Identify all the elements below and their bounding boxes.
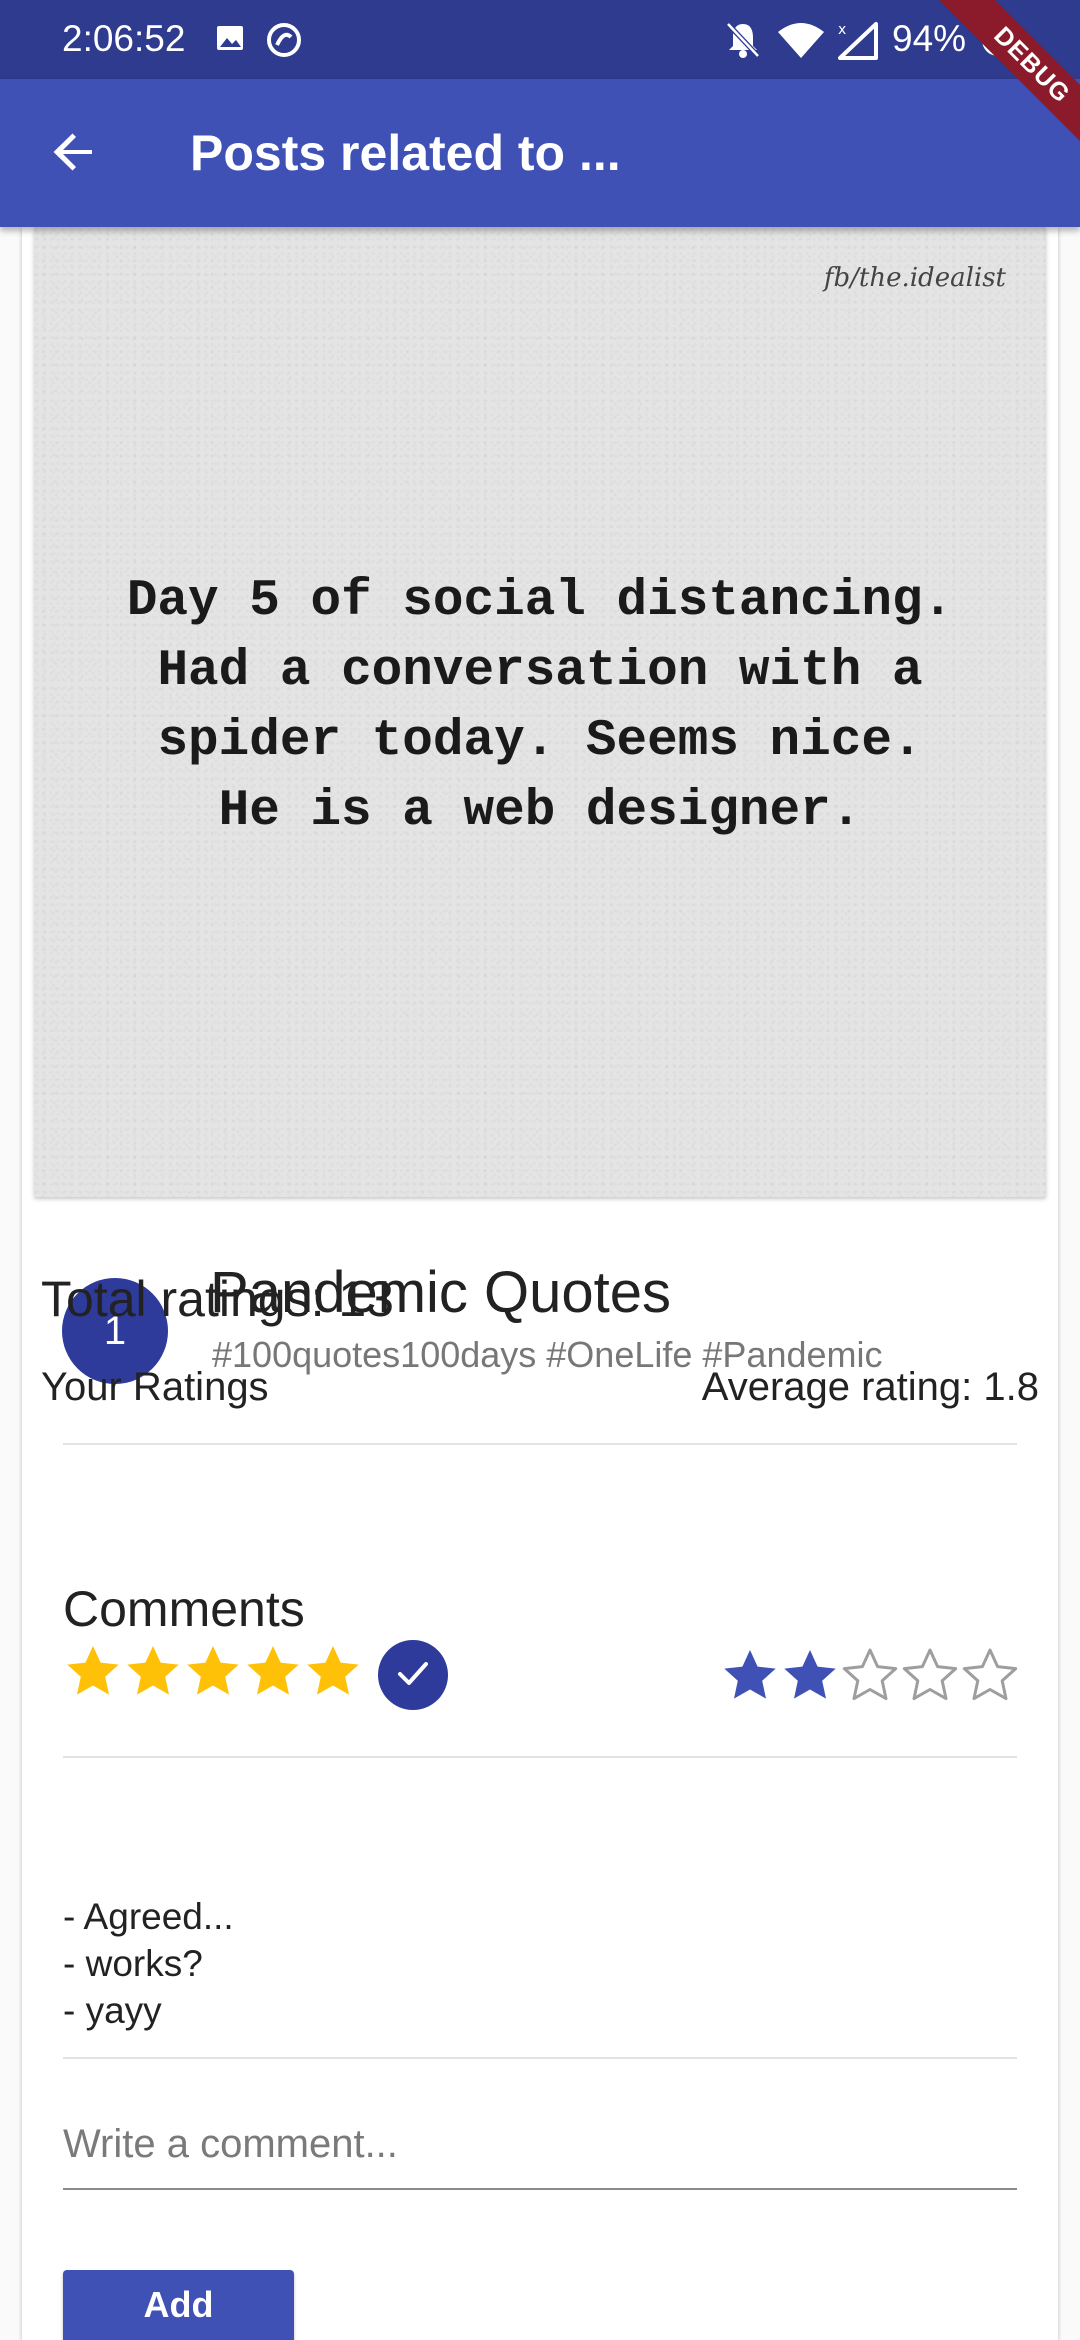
your-rating-star-icon[interactable] [243,1642,303,1702]
comment-input[interactable] [63,2100,1017,2190]
status-time: 2:06:52 [62,18,186,59]
image-watermark: fb/the.idealist [823,263,1006,293]
image-icon [215,20,245,61]
wifi-icon [776,20,826,65]
comment-item: - Agreed... [63,1896,234,1937]
back-button[interactable] [30,118,118,190]
comment-item: - yayy [63,1990,162,2031]
comments-list: - Agreed... - works? - yayy [63,1893,234,2034]
screen: 2:06:52 x 94% Posts related to ... DEBUG… [0,0,1080,2340]
divider [63,1443,1017,1445]
bell-off-icon [724,20,762,65]
your-rating-star-icon[interactable] [183,1642,243,1702]
your-ratings-label: Your Ratings [41,1365,269,1409]
confirm-rating-wrap [366,1640,448,1710]
average-rating-stars [720,1646,1020,1706]
comment-item: - works? [63,1943,203,1984]
your-rating-stars[interactable] [63,1642,363,1702]
average-rating-star-icon [780,1646,840,1706]
image-quote-text: Day 5 of social distancing. Had a conver… [126,573,954,840]
confirm-rating-button[interactable] [378,1640,448,1710]
battery-level: 94% [892,18,967,59]
total-ratings: Total ratings: 13 [41,1271,394,1327]
average-rating-star-icon [720,1646,780,1706]
average-rating-star-icon [900,1646,960,1706]
at-sign-icon [264,20,304,65]
page-title: Posts related to ... [190,125,621,181]
app-bar: Posts related to ... [0,79,1080,227]
average-rating-label: Average rating: 1.8 [701,1365,1039,1409]
post-image[interactable]: fb/the.idealist Day 5 of social distanci… [34,227,1046,1197]
average-rating-star-icon [840,1646,900,1706]
divider [63,2057,1017,2059]
your-rating-star-icon[interactable] [303,1642,363,1702]
signal-icon: x [836,20,880,65]
svg-text:x: x [838,22,846,38]
your-rating-star-icon[interactable] [63,1642,123,1702]
status-bar: 2:06:52 x 94% [0,0,1080,79]
check-icon [394,1654,432,1697]
add-comment-button[interactable]: Add [63,2270,294,2340]
divider [63,1756,1017,1758]
comments-heading: Comments [63,1581,305,1637]
arrow-left-icon [50,128,98,181]
average-rating-star-icon [960,1646,1020,1706]
your-rating-star-icon[interactable] [123,1642,183,1702]
